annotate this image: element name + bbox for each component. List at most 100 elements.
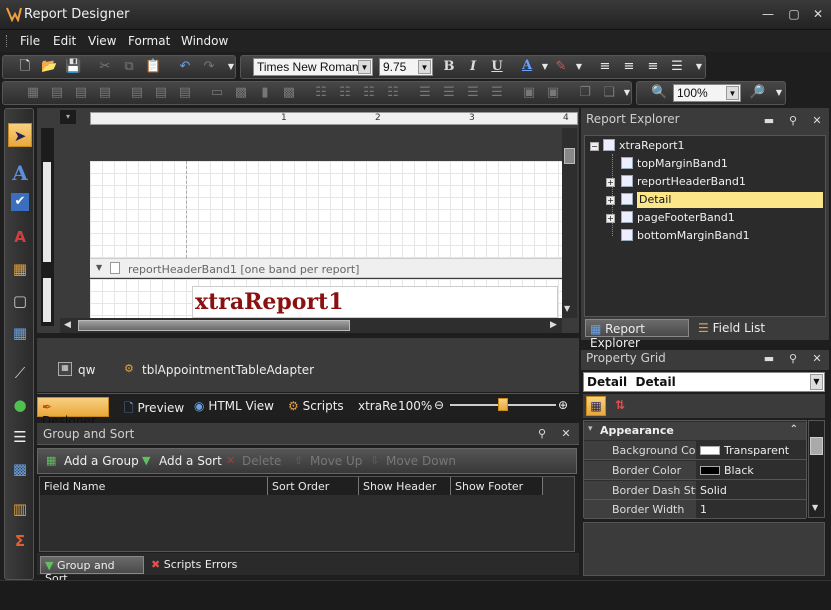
expand-icon[interactable]: + bbox=[606, 178, 615, 187]
align-rights-icon[interactable]: ▤ bbox=[97, 85, 113, 101]
report-page-top[interactable] bbox=[90, 161, 562, 258]
align-bottoms-icon[interactable]: ▤ bbox=[177, 85, 193, 101]
tree-node-bottom-margin[interactable]: bottomMarginBand1 bbox=[621, 228, 750, 244]
property-row[interactable]: Border Width 1 bbox=[584, 500, 806, 520]
justify-icon[interactable]: ☰ bbox=[669, 59, 685, 75]
panel-icon[interactable]: ▢ bbox=[8, 289, 32, 313]
column-header-show-header[interactable]: Show Header bbox=[359, 477, 451, 495]
property-row[interactable]: Background Color Transparent bbox=[584, 441, 806, 461]
property-value[interactable]: Transparent bbox=[696, 441, 806, 460]
richtext-icon[interactable]: A bbox=[8, 225, 32, 249]
maximize-icon[interactable]: ▢ bbox=[786, 6, 802, 22]
property-category[interactable]: ▾ Appearance ⌃ bbox=[584, 422, 806, 440]
tab-field-list[interactable]: ☰ Field List bbox=[694, 319, 769, 337]
toolbar-overflow-icon[interactable]: ▼ bbox=[771, 85, 787, 101]
pointer-icon[interactable]: ➤ bbox=[8, 123, 32, 147]
zoom-out-icon[interactable]: 🔍 bbox=[651, 85, 667, 101]
pin-icon[interactable]: ⚲ bbox=[786, 352, 800, 365]
zoom-slider-track[interactable] bbox=[450, 398, 556, 411]
add-group-button[interactable]: Add a Group bbox=[64, 454, 139, 468]
tree-node-report-header[interactable]: reportHeaderBand1 bbox=[621, 174, 746, 190]
collapse-band-icon[interactable]: ▼ bbox=[96, 263, 102, 272]
close-icon[interactable]: ✕ bbox=[810, 352, 824, 365]
tray-item-table-adapter[interactable]: tblAppointmentTableAdapter bbox=[142, 363, 314, 377]
scroll-thumb[interactable] bbox=[564, 148, 575, 164]
grip-handle[interactable] bbox=[6, 35, 9, 47]
pin-icon[interactable]: ⚲ bbox=[786, 114, 800, 127]
same-width-icon[interactable]: ▭ bbox=[209, 85, 225, 101]
picture-icon[interactable]: ▦ bbox=[8, 257, 32, 281]
close-icon[interactable]: ✕ bbox=[810, 6, 826, 22]
scroll-down-icon[interactable]: ▼ bbox=[812, 503, 818, 512]
h-spacing-inc-icon[interactable]: ☷ bbox=[337, 85, 353, 101]
column-header-show-footer[interactable]: Show Footer bbox=[451, 477, 543, 495]
window-position-icon[interactable]: ▬ bbox=[762, 114, 776, 127]
open-icon[interactable]: 📂 bbox=[41, 59, 57, 75]
tab-group-and-sort[interactable]: ▼ Group and Sort bbox=[40, 556, 144, 585]
table-icon[interactable]: ▦ bbox=[8, 321, 32, 345]
tab-scripts[interactable]: ⚙ Scripts bbox=[284, 397, 348, 417]
expand-icon[interactable]: + bbox=[606, 214, 615, 223]
zoom-out-icon[interactable]: ⊖ bbox=[434, 398, 444, 412]
redo-icon[interactable]: ↷ bbox=[201, 59, 217, 75]
menu-window[interactable]: Window bbox=[181, 34, 228, 48]
align-left-icon[interactable]: ≡ bbox=[597, 59, 613, 75]
h-spacing-equal-icon[interactable]: ☷ bbox=[313, 85, 329, 101]
align-center-icon[interactable]: ≡ bbox=[621, 59, 637, 75]
tab-html-view[interactable]: ◉ HTML View bbox=[190, 397, 278, 417]
center-horizontally-icon[interactable]: ▣ bbox=[521, 85, 537, 101]
label-icon[interactable]: A bbox=[8, 161, 32, 185]
zoom-in-icon[interactable]: 🔎 bbox=[749, 85, 765, 101]
chevron-down-icon[interactable]: ▼ bbox=[537, 59, 553, 75]
summary-icon[interactable]: Σ bbox=[8, 529, 32, 553]
tab-preview[interactable]: 🗋 Preview bbox=[120, 397, 188, 417]
paste-icon[interactable]: 📋 bbox=[145, 59, 161, 75]
close-icon[interactable]: ✕ bbox=[559, 427, 573, 440]
tray-item-dataset[interactable]: qw bbox=[78, 363, 95, 377]
property-row[interactable]: Border Color Black bbox=[584, 461, 806, 481]
align-right-icon[interactable]: ≡ bbox=[645, 59, 661, 75]
zoom-in-icon[interactable]: ⊕ bbox=[558, 398, 568, 412]
align-lefts-icon[interactable]: ▤ bbox=[49, 85, 65, 101]
chevron-down-icon[interactable]: ▼ bbox=[418, 60, 431, 74]
delete-button[interactable]: Delete bbox=[242, 454, 281, 468]
bold-icon[interactable]: B bbox=[441, 59, 457, 75]
scroll-thumb[interactable] bbox=[810, 437, 823, 455]
tab-designer[interactable]: ✒ Designer bbox=[37, 397, 109, 428]
chevron-down-icon[interactable]: ▼ bbox=[726, 86, 739, 100]
chevron-down-icon[interactable]: ▼ bbox=[571, 59, 587, 75]
v-spacing-dec-icon[interactable]: ☰ bbox=[465, 85, 481, 101]
scroll-thumb[interactable] bbox=[78, 320, 350, 331]
font-name-combo[interactable]: Times New Roman ▼ bbox=[253, 58, 373, 76]
menu-format[interactable]: Format bbox=[128, 34, 170, 48]
align-to-grid-icon[interactable]: ▦ bbox=[25, 85, 41, 101]
zoom-slider-thumb[interactable] bbox=[498, 398, 508, 411]
h-spacing-dec-icon[interactable]: ☷ bbox=[361, 85, 377, 101]
alphabetical-icon[interactable]: ⇅ bbox=[610, 396, 630, 416]
bring-to-front-icon[interactable]: ❐ bbox=[577, 85, 593, 101]
column-header-sort-order[interactable]: Sort Order bbox=[268, 477, 359, 495]
move-up-button[interactable]: Move Up bbox=[310, 454, 362, 468]
categorized-icon[interactable]: ▦ bbox=[586, 396, 606, 416]
scroll-left-icon[interactable]: ◀ bbox=[64, 320, 71, 330]
minimize-icon[interactable]: — bbox=[760, 6, 776, 22]
v-spacing-inc-icon[interactable]: ☰ bbox=[441, 85, 457, 101]
move-down-button[interactable]: Move Down bbox=[386, 454, 456, 468]
underline-icon[interactable]: U bbox=[489, 59, 505, 75]
cut-icon[interactable]: ✂ bbox=[97, 59, 113, 75]
tree-node-root[interactable]: xtraReport1 bbox=[603, 138, 685, 154]
tab-scripts-errors[interactable]: ✖ Scripts Errors bbox=[147, 556, 241, 574]
property-value[interactable]: Solid bbox=[696, 481, 806, 500]
property-grid-scrollbar[interactable]: ▼ bbox=[808, 420, 825, 518]
tree-node-top-margin[interactable]: topMarginBand1 bbox=[621, 156, 728, 172]
scroll-down-icon[interactable]: ▼ bbox=[564, 304, 570, 313]
align-tops-icon[interactable]: ▤ bbox=[129, 85, 145, 101]
italic-icon[interactable]: I bbox=[465, 59, 481, 75]
menu-view[interactable]: View bbox=[88, 34, 116, 48]
align-centers-icon[interactable]: ▤ bbox=[73, 85, 89, 101]
collapse-icon[interactable]: − bbox=[590, 142, 599, 151]
highlight-icon[interactable]: ✎ bbox=[553, 59, 569, 75]
chevron-down-icon[interactable]: ▼ bbox=[810, 374, 823, 390]
toolbar-overflow-icon[interactable]: ▼ bbox=[223, 59, 239, 75]
undo-icon[interactable]: ↶ bbox=[177, 59, 193, 75]
